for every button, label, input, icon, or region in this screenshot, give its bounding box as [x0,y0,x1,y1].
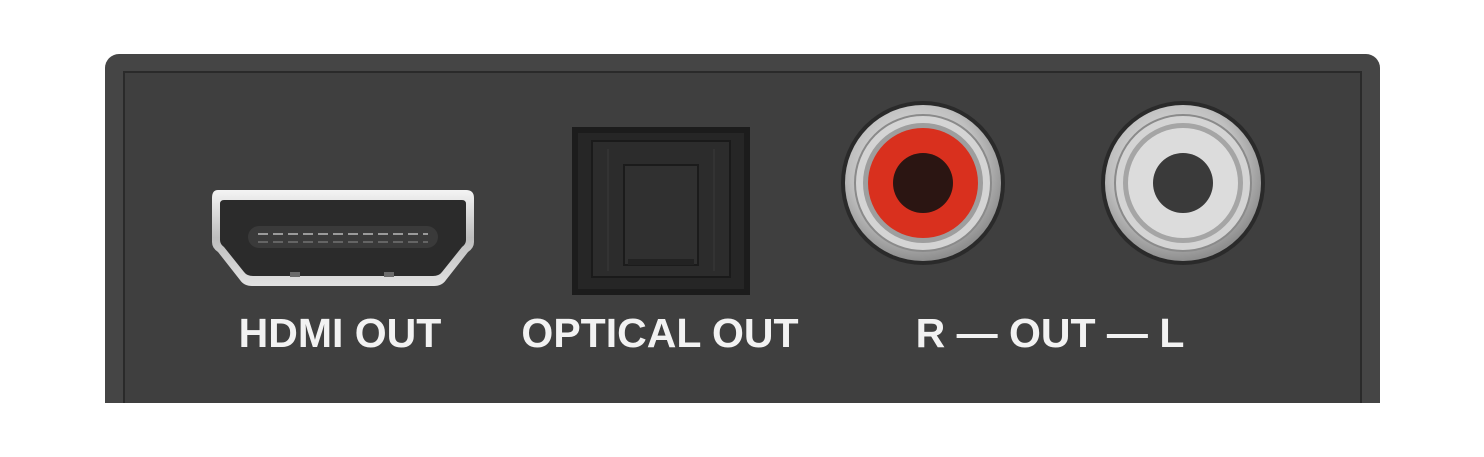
rca-jack-red-icon[interactable] [840,100,1006,266]
rca-jack-white-icon[interactable] [1100,100,1266,266]
optical-toslink-port-icon[interactable] [572,127,750,295]
hdmi-port-icon[interactable] [208,184,478,292]
hdmi-out-label: HDMI OUT [238,310,442,356]
audio-out-label: R — OUT — L [915,310,1185,356]
optical-out-label: OPTICAL OUT [521,310,799,356]
